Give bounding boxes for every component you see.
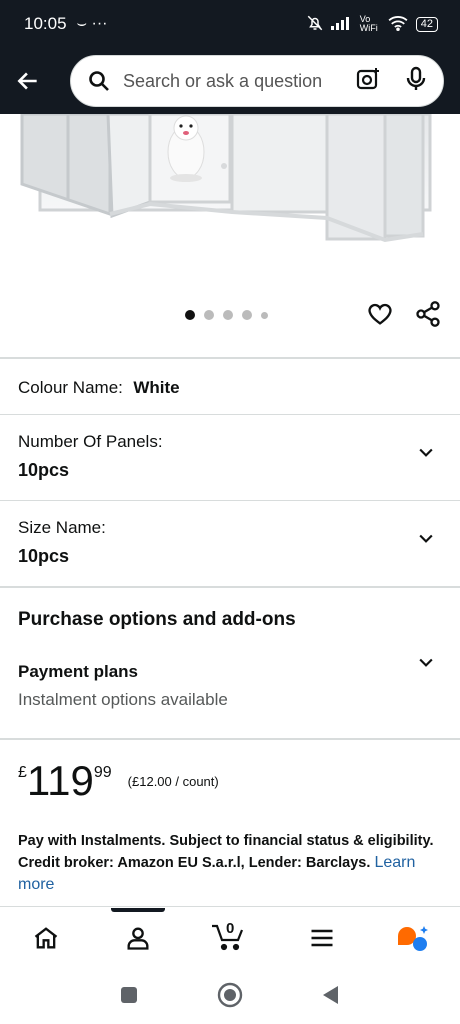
bottom-nav: 0 xyxy=(0,908,460,970)
wishlist-heart-icon[interactable] xyxy=(366,300,394,333)
divider xyxy=(0,586,460,588)
rufus-assistant-icon[interactable] xyxy=(396,924,430,959)
price-fraction: 99 xyxy=(93,764,112,781)
price-whole: 119 xyxy=(26,757,94,804)
status-extra: ⌣ ··· xyxy=(76,15,108,32)
wifi-icon xyxy=(387,15,409,34)
back-triangle-icon[interactable] xyxy=(320,984,340,1011)
status-time: 10:05 xyxy=(24,14,67,33)
panels-selector[interactable]: Number Of Panels: 10pcs xyxy=(0,432,460,488)
home-icon[interactable] xyxy=(32,924,60,957)
instalments-text: Pay with Instalments. Subject to financi… xyxy=(18,833,434,871)
colour-label: Colour Name: xyxy=(18,378,123,397)
carousel-dot-1[interactable] xyxy=(185,310,195,320)
chevron-down-icon[interactable] xyxy=(416,442,436,467)
instalments-info: Pay with Instalments. Subject to financi… xyxy=(18,830,438,896)
size-selector[interactable]: Size Name: 10pcs xyxy=(0,518,460,574)
vowifi-label: Vo WiFi xyxy=(359,14,378,33)
home-circle-icon[interactable] xyxy=(217,982,243,1013)
menu-icon[interactable] xyxy=(308,924,336,957)
share-icon[interactable] xyxy=(414,300,442,333)
colour-value: White xyxy=(133,378,180,397)
microphone-icon[interactable] xyxy=(405,66,427,97)
camera-search-icon[interactable] xyxy=(355,66,381,97)
bottom-nav-active-indicator xyxy=(111,908,165,912)
colour-row: Colour Name: White xyxy=(0,378,460,398)
back-button[interactable] xyxy=(0,48,56,114)
panels-value: 10pcs xyxy=(18,460,70,480)
divider xyxy=(0,414,460,415)
divider xyxy=(0,738,460,740)
chevron-down-icon[interactable] xyxy=(416,528,436,553)
cart-count: 0 xyxy=(226,920,235,937)
system-nav-bar xyxy=(0,970,460,1024)
chevron-down-icon[interactable] xyxy=(416,652,436,677)
search-placeholder: Search or ask a question xyxy=(123,70,323,91)
divider xyxy=(0,906,460,907)
payment-plans-title: Payment plans xyxy=(18,662,138,681)
mute-icon xyxy=(306,14,324,35)
carousel-dot-3[interactable] xyxy=(223,310,233,320)
purchase-options-title: Purchase options and add-ons xyxy=(18,609,296,630)
profile-icon[interactable] xyxy=(124,924,152,957)
price: £ 119 99 (£12.00 / count) xyxy=(18,758,219,804)
panels-label: Number Of Panels: xyxy=(18,432,163,451)
size-value: 10pcs xyxy=(18,546,70,566)
back-arrow-icon xyxy=(17,72,37,90)
signal-icon xyxy=(330,16,353,33)
unit-price: (£12.00 / count) xyxy=(127,774,219,789)
size-label: Size Name: xyxy=(18,518,106,537)
carousel-pager xyxy=(0,300,460,330)
divider xyxy=(0,357,460,359)
cart-icon[interactable]: 0 xyxy=(210,920,248,957)
purchase-options-section: Purchase options and add-ons xyxy=(0,609,460,631)
search-icon xyxy=(89,71,109,91)
payment-plans-subtitle: Instalment options available xyxy=(18,690,228,709)
status-bar: 10:05 ⌣ ··· Vo WiFi 42 xyxy=(0,0,460,48)
carousel-dot-4[interactable] xyxy=(242,310,252,320)
price-symbol: £ xyxy=(18,764,27,781)
carousel-dot-5[interactable] xyxy=(261,311,268,319)
search-input[interactable]: Search or ask a question xyxy=(70,55,444,107)
recents-icon[interactable] xyxy=(120,986,138,1009)
battery-icon: 42 xyxy=(415,16,438,32)
search-header: Search or ask a question xyxy=(0,48,460,114)
divider xyxy=(0,500,460,501)
product-image[interactable] xyxy=(0,114,460,284)
carousel-dots[interactable] xyxy=(185,310,268,320)
payment-plans-row[interactable]: Payment plans Instalment options availab… xyxy=(0,658,460,718)
carousel-dot-2[interactable] xyxy=(204,310,214,320)
